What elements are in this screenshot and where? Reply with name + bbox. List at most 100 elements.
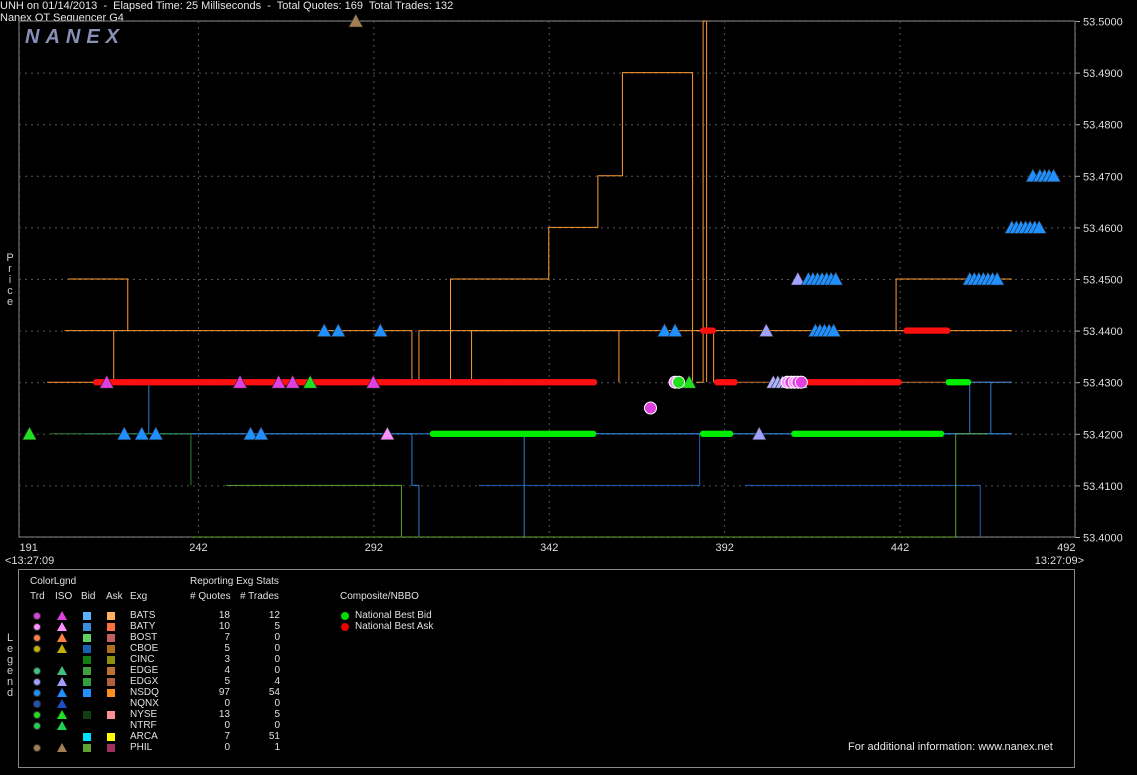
nbbo-bid-dot — [937, 430, 945, 437]
legend-exchange-name: BATS — [130, 610, 156, 621]
nbbo-bid-dot — [964, 379, 972, 386]
legend-bid-swatch — [83, 634, 91, 642]
y-tick-label: 53.4400 — [1083, 326, 1123, 338]
legend-iso-triangle-icon — [57, 677, 67, 686]
legend-trade-count: 12 — [268, 610, 280, 621]
y-tick-label: 53.4500 — [1083, 275, 1123, 287]
legend-iso-triangle-icon — [57, 644, 67, 653]
legend-ask-swatch — [107, 678, 115, 686]
legend-quote-count: 7 — [224, 731, 230, 742]
nbbo-ask-dot — [943, 327, 951, 334]
legend-trade-count: 0 — [274, 698, 280, 709]
legend-trade-count: 54 — [268, 687, 280, 698]
legend-quote-count: 0 — [224, 720, 230, 731]
legend-trade-count: 0 — [274, 720, 280, 731]
legend-bid-swatch — [83, 744, 91, 752]
legend-quote-count: 18 — [218, 610, 230, 621]
legend-col-ask: Ask — [106, 591, 123, 602]
legend-panel — [18, 569, 1075, 768]
legend-trade-count: 5 — [274, 709, 280, 720]
legend-exchange-name: PHIL — [130, 742, 153, 753]
legend-exchange-name: BATY — [130, 621, 156, 632]
legend-iso-triangle-icon — [57, 688, 67, 697]
y-tick-label: 53.4000 — [1083, 533, 1123, 545]
legend-quote-count: 5 — [224, 643, 230, 654]
stats-col-quotes: # Quotes — [190, 591, 231, 602]
legend-bid-swatch — [83, 711, 91, 719]
legend-iso-triangle-icon — [57, 710, 67, 719]
legend-trade-dot-icon — [33, 667, 41, 675]
composite-item-bid: National Best Bid — [355, 610, 432, 621]
legend-exchange-name: NTRF — [130, 720, 157, 731]
legend-trade-count: 1 — [274, 742, 280, 753]
price-chart: 53.5000 53.4900 53.4800 53.4700 53.4600 53.45… — [5, 13, 1123, 565]
legend-bid-swatch — [83, 733, 91, 741]
legend-ask-swatch — [107, 733, 115, 741]
legend-exchange-name: ARCA — [130, 731, 158, 742]
y-tick-label: 53.4700 — [1083, 171, 1123, 183]
x-tick-label: 191 — [20, 542, 38, 554]
legend-quote-count: 7 — [224, 632, 230, 643]
legend-col-bid: Bid — [81, 591, 96, 602]
legend-ask-swatch — [107, 667, 115, 675]
legend-ask-swatch — [107, 711, 115, 719]
legend-col-exg: Exg — [130, 591, 148, 602]
stats-title: Reporting Exg Stats — [190, 576, 279, 587]
legend-quote-count: 0 — [224, 742, 230, 753]
legend-iso-triangle-icon — [57, 633, 67, 642]
legend-bid-swatch — [83, 612, 91, 620]
legend-trade-dot-icon — [33, 689, 41, 697]
legend-trade-count: 0 — [274, 632, 280, 643]
legend-col-trd: Trd — [30, 591, 45, 602]
legend-exchange-name: CBOE — [130, 643, 159, 654]
legend-trade-count: 0 — [274, 665, 280, 676]
legend-quote-count: 10 — [218, 621, 230, 632]
legend-trade-dot-icon — [33, 744, 41, 752]
legend-trade-dot-icon — [33, 634, 41, 642]
x-tick-label: 392 — [715, 542, 733, 554]
y-tick-label: 53.4300 — [1083, 378, 1123, 390]
legend-iso-triangle-icon — [57, 721, 67, 730]
x-end-time: 13:27:09> — [1035, 555, 1084, 565]
legend-title: ColorLgnd — [30, 576, 77, 587]
nbbo-bid-dot — [726, 430, 734, 437]
side-letter: e — [6, 296, 14, 308]
legend-quote-count: 0 — [224, 698, 230, 709]
legend-iso-triangle-icon — [57, 622, 67, 631]
legend-exchange-name: BOST — [130, 632, 158, 643]
legend-iso-triangle-icon — [57, 699, 67, 708]
trade-dot-marker — [794, 375, 808, 389]
nbbo-bid-dot — [589, 430, 597, 437]
x-tick-label: 442 — [891, 542, 909, 554]
legend-trade-dot-icon — [33, 623, 41, 631]
composite-item-ask: National Best Ask — [355, 621, 434, 632]
x-tick-label: 242 — [189, 542, 207, 554]
y-tick-label: 53.5000 — [1083, 17, 1123, 29]
legend-iso-triangle-icon — [57, 611, 67, 620]
legend-trade-dot-icon — [33, 612, 41, 620]
nanex-watermark: NANEX — [25, 26, 125, 48]
bbo-bid-dot-icon — [341, 612, 349, 620]
legend-trade-count: 4 — [274, 676, 280, 687]
legend-quote-count: 97 — [218, 687, 230, 698]
legend-ask-swatch — [107, 623, 115, 631]
legend-trade-dot-icon — [33, 678, 41, 686]
x-tick-label: 292 — [365, 542, 383, 554]
y-tick-label: 53.4200 — [1083, 429, 1123, 441]
footer-info: For additional information: www.nanex.ne… — [848, 741, 1053, 753]
legend-col-iso: ISO — [55, 591, 73, 602]
nbbo-ask-dot — [709, 327, 716, 334]
legend-exchange-name: NQNX — [130, 698, 159, 709]
legend-ask-swatch — [107, 645, 115, 653]
nbbo-ask-dot — [895, 379, 902, 386]
y-tick-label: 53.4600 — [1083, 223, 1123, 235]
nbbo-ask-dot — [590, 379, 598, 386]
x-tick-label: 342 — [540, 542, 558, 554]
side-letter: d — [6, 687, 14, 699]
legend-bid-swatch — [83, 656, 91, 664]
legend-exchange-name: EDGX — [130, 676, 159, 687]
legend-quote-count: 13 — [218, 709, 230, 720]
legend-iso-triangle-icon — [57, 666, 67, 675]
legend-quote-count: 4 — [224, 665, 230, 676]
legend-quote-count: 3 — [224, 654, 230, 665]
